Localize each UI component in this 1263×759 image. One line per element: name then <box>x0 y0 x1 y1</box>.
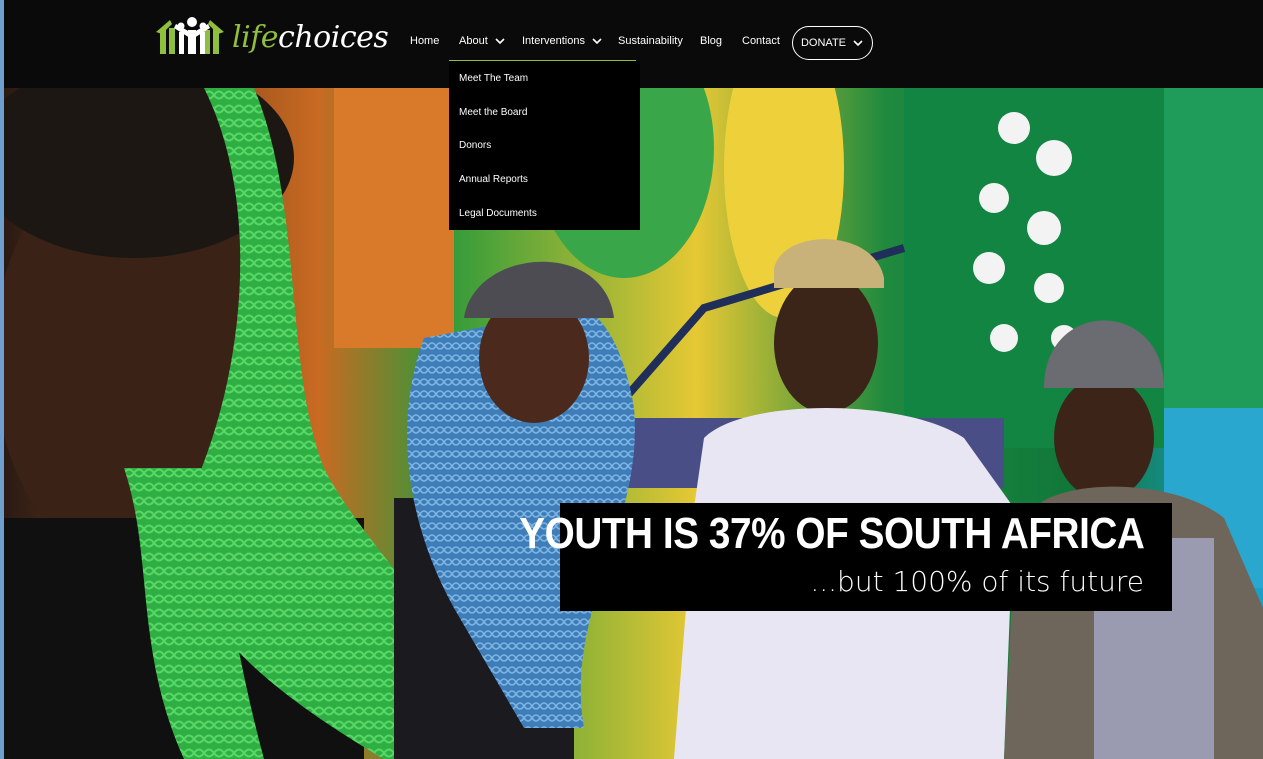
hero-subheadline: ...but 100% of its future <box>810 565 1144 598</box>
site-logo[interactable]: lifechoices <box>156 14 389 74</box>
hero-headline: YOUTH IS 37% OF SOUTH AFRICA <box>518 509 1145 558</box>
donate-label: DONATE <box>800 37 847 49</box>
menu-item-annual-reports[interactable]: Annual Reports <box>459 174 528 185</box>
donate-button[interactable]: DONATE <box>792 26 873 60</box>
menu-item-meet-the-board[interactable]: Meet the Board <box>459 107 527 118</box>
nav-sustainability[interactable]: Sustainability <box>618 35 683 47</box>
nav-home[interactable]: Home <box>410 35 439 47</box>
hero-caption: YOUTH IS 37% OF SOUTH AFRICA ...but 100%… <box>519 503 1172 611</box>
logo-word-life: life <box>232 20 279 55</box>
logo-word-choices: choices <box>278 20 389 55</box>
nav-about[interactable]: About <box>459 35 506 47</box>
nav-blog-label: Blog <box>700 35 723 47</box>
logo-wordmark: lifechoices <box>232 20 389 55</box>
nav-home-label: Home <box>410 35 440 47</box>
menu-item-legal-documents[interactable]: Legal Documents <box>459 208 537 219</box>
nav-contact-label: Contact <box>742 35 780 47</box>
nav-interventions[interactable]: Interventions <box>522 35 603 47</box>
family-figures-icon <box>156 17 224 54</box>
chevron-down-icon <box>592 38 602 45</box>
nav-sustainability-label: Sustainability <box>618 35 683 47</box>
nav-about-label: About <box>459 35 488 47</box>
nav-interventions-label: Interventions <box>522 35 585 47</box>
nav-blog[interactable]: Blog <box>700 35 722 47</box>
nav-contact[interactable]: Contact <box>742 35 780 47</box>
chevron-down-icon <box>495 38 505 45</box>
chevron-down-icon <box>853 40 863 47</box>
menu-item-meet-the-team[interactable]: Meet The Team <box>459 73 528 84</box>
menu-item-donors[interactable]: Donors <box>459 140 491 151</box>
about-dropdown-menu: Meet The Team Meet the Board Donors Annu… <box>449 61 640 230</box>
